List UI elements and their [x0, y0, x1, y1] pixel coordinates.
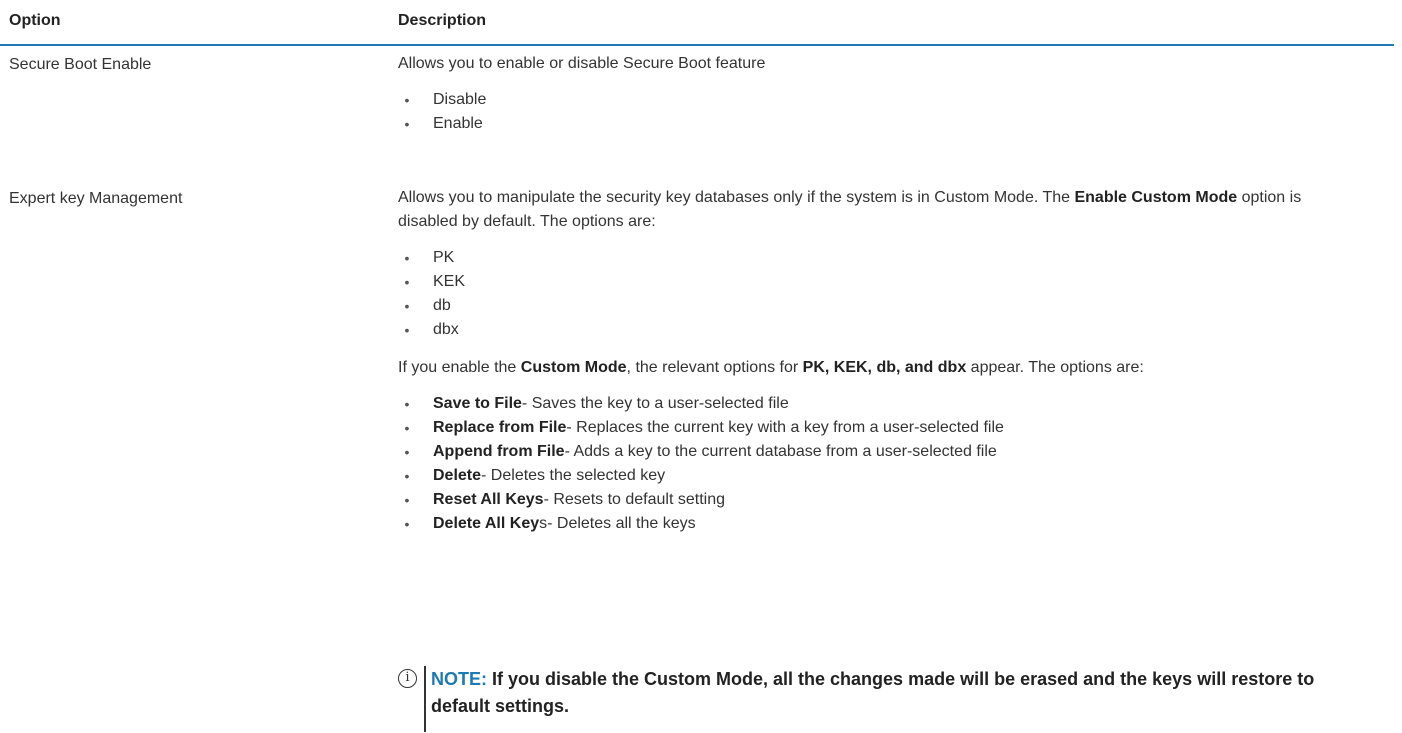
intro-paragraph: Allows you to manipulate the security ke…	[398, 189, 1302, 230]
table-header: Option Description	[0, 0, 1394, 46]
list-item: • Replace from File- Replaces the current…	[398, 416, 1358, 440]
bullet-icon: •	[404, 468, 410, 484]
list-item: • Enable	[398, 112, 1358, 136]
list-item: • Delete All Keys- Deletes all the keys	[398, 512, 1358, 536]
list-item: • db	[398, 294, 1358, 318]
description-column-header: Description	[398, 12, 487, 29]
list-item: • Append from File- Adds a key to the cur…	[398, 440, 1358, 464]
info-icon: i	[398, 669, 417, 688]
list-item: • Delete- Deletes the selected key	[398, 464, 1358, 488]
list-item: • PK	[398, 246, 1358, 270]
bullet-icon: •	[404, 322, 410, 338]
bullet-icon: •	[404, 420, 410, 436]
list-item: • dbx	[398, 318, 1358, 342]
option-secure-boot-enable: Secure Boot Enable	[9, 56, 152, 73]
bullet-icon: •	[404, 92, 410, 108]
note-label: NOTE:	[431, 669, 487, 689]
list-item: • Reset All Keys- Resets to default setti…	[398, 488, 1358, 512]
list-item: • Disable	[398, 88, 1358, 112]
bullet-icon: •	[404, 516, 410, 532]
list-item: • Save to File- Saves the key to a user-s…	[398, 392, 1358, 416]
custom-mode-paragraph: If you enable the Custom Mode, the relev…	[398, 359, 1144, 376]
bullet-icon: •	[404, 396, 410, 412]
custom-mode-actions-list: • Save to File- Saves the key to a user-s…	[398, 392, 1358, 536]
bullet-icon: •	[404, 492, 410, 508]
bullet-icon: •	[404, 116, 410, 132]
secure-boot-values-list: • Disable • Enable	[398, 88, 1358, 136]
bullet-icon: •	[404, 250, 410, 266]
description-secure-boot-enable: Allows you to enable or disable Secure B…	[398, 52, 1358, 136]
bullet-icon: •	[404, 274, 410, 290]
bullet-icon: •	[404, 298, 410, 314]
note-divider	[424, 666, 426, 732]
option-expert-key-management: Expert key Management	[9, 190, 183, 207]
list-item: • KEK	[398, 270, 1358, 294]
bullet-icon: •	[404, 444, 410, 460]
description-text: Allows you to enable or disable Secure B…	[398, 55, 766, 72]
description-expert-key-management: Allows you to manipulate the security ke…	[398, 186, 1358, 536]
note-text: NOTE: If you disable the Custom Mode, al…	[431, 669, 1315, 716]
option-column-header: Option	[9, 12, 61, 29]
key-database-list: • PK • KEK • db • dbx	[398, 246, 1358, 342]
